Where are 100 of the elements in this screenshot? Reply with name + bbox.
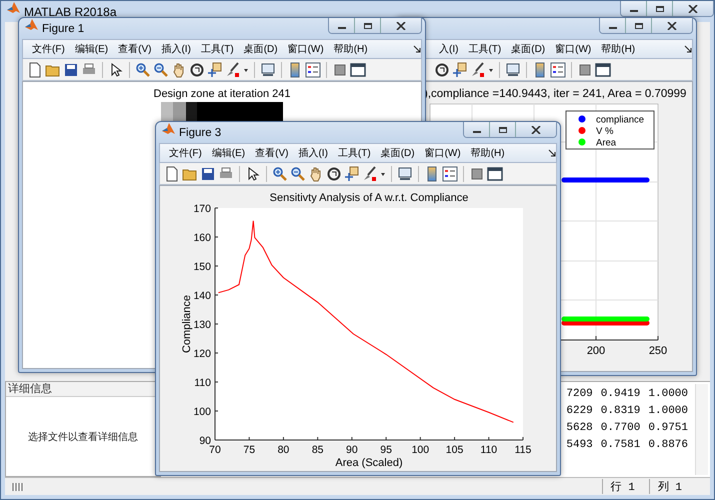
- menu-item[interactable]: 编辑(E): [70, 42, 114, 56]
- menu-item[interactable]: 工具(T): [196, 42, 239, 56]
- axis-label: Compliance: [181, 294, 193, 354]
- data-cursor-icon[interactable]: [344, 166, 360, 182]
- square-icon[interactable]: [469, 166, 485, 182]
- window-icon[interactable]: [595, 62, 611, 78]
- layout-icon[interactable]: [11, 482, 25, 492]
- menu-item[interactable]: 帮助(H): [328, 42, 373, 56]
- menu-item[interactable]: 桌面(D): [238, 42, 283, 56]
- zoom-in-icon[interactable]: [135, 62, 151, 78]
- new-file-icon[interactable]: [164, 166, 180, 182]
- window-icon[interactable]: [350, 62, 366, 78]
- menu-item[interactable]: 工具(T): [463, 42, 506, 56]
- output-value: 0.8876: [648, 439, 688, 451]
- tick-label: 90: [346, 444, 358, 456]
- menu-item[interactable]: 窗口(W): [282, 42, 329, 56]
- maximize-button[interactable]: [626, 18, 652, 33]
- brush-icon[interactable]: [362, 166, 378, 182]
- menu-item[interactable]: 帮助(H): [596, 42, 640, 56]
- menu-item[interactable]: 文件(F): [164, 146, 207, 160]
- save-icon[interactable]: [200, 166, 216, 182]
- maximize-button[interactable]: [355, 18, 381, 33]
- rotate-icon[interactable]: [326, 166, 342, 182]
- data-cursor-icon[interactable]: [207, 62, 223, 78]
- menu-item[interactable]: 查看(V): [113, 42, 156, 56]
- square-icon[interactable]: [332, 62, 348, 78]
- menu-item[interactable]: 文件(F): [27, 42, 70, 56]
- tick-label: 105: [446, 444, 464, 456]
- column-indicator: 列 1: [648, 479, 690, 494]
- menu-item[interactable]: 工具(T): [332, 146, 376, 160]
- legend-icon[interactable]: [442, 166, 458, 182]
- rotate-icon[interactable]: [189, 62, 205, 78]
- dock-arrow-icon[interactable]: [548, 149, 556, 157]
- menu-item[interactable]: 桌面(D): [506, 42, 550, 56]
- minimize-button[interactable]: [464, 122, 490, 137]
- close-icon: [667, 22, 677, 30]
- menu-item[interactable]: 查看(V): [250, 146, 294, 160]
- tick-label: 250: [648, 345, 668, 357]
- menu-item[interactable]: 入(I): [434, 42, 464, 56]
- legend-label: Area: [596, 138, 616, 148]
- close-button[interactable]: [516, 122, 556, 137]
- close-button[interactable]: [673, 1, 713, 16]
- axis-label: Area (Scaled): [335, 457, 403, 469]
- plot-title: Design zone at iteration 241: [154, 88, 290, 100]
- dock-arrow-icon[interactable]: [413, 45, 421, 53]
- square-icon[interactable]: [577, 62, 593, 78]
- legend-label: compliance: [596, 114, 644, 126]
- menu-item[interactable]: 窗口(W): [420, 146, 466, 160]
- scrollbar[interactable]: [695, 384, 708, 475]
- output-value: 1.0000: [648, 405, 688, 417]
- menu-item[interactable]: 帮助(H): [466, 146, 510, 160]
- maximize-icon: [634, 22, 644, 30]
- output-value: 0.7581: [600, 439, 640, 451]
- tick-label: 80: [278, 444, 290, 456]
- output-value: 6229: [566, 405, 593, 417]
- zoom-out-icon[interactable]: [153, 62, 169, 78]
- data-cursor-icon[interactable]: [452, 62, 468, 78]
- close-icon: [396, 22, 406, 30]
- maximize-button[interactable]: [490, 122, 516, 137]
- menu-item[interactable]: 插入(I): [293, 146, 333, 160]
- tick-label: 75: [243, 444, 256, 456]
- menu-item[interactable]: 编辑(E): [206, 146, 250, 160]
- maximize-button[interactable]: [647, 1, 673, 16]
- close-icon: [688, 4, 698, 12]
- minimize-button[interactable]: [600, 18, 626, 33]
- close-button[interactable]: [381, 18, 421, 33]
- close-button[interactable]: [652, 18, 692, 33]
- tick-label: 115: [514, 444, 532, 456]
- tick-label: 130: [193, 319, 211, 331]
- minimize-button[interactable]: [329, 18, 355, 33]
- save-icon[interactable]: [63, 62, 79, 78]
- window-icon[interactable]: [487, 166, 503, 182]
- brush-icon[interactable]: [225, 62, 241, 78]
- output-value: 7209: [566, 388, 593, 400]
- legend-icon[interactable]: [550, 62, 566, 78]
- new-file-icon[interactable]: [27, 62, 43, 78]
- window-title: MATLAB R2018a: [24, 5, 116, 19]
- menu-item[interactable]: 桌面(D): [376, 146, 420, 160]
- tick-label: 150: [193, 261, 211, 273]
- rotate-icon[interactable]: [434, 62, 450, 78]
- tick-label: 90: [199, 435, 211, 447]
- tick-label: 70: [209, 444, 221, 456]
- minimize-button[interactable]: [621, 1, 647, 16]
- dock-arrow-icon[interactable]: [684, 45, 692, 53]
- zoom-in-icon[interactable]: [272, 166, 288, 182]
- brush-icon[interactable]: [470, 62, 486, 78]
- menu-item[interactable]: 插入(I): [156, 42, 196, 56]
- tick-label: 170: [193, 203, 211, 215]
- output-value: 5493: [566, 439, 593, 451]
- menu-item[interactable]: 窗口(W): [550, 42, 596, 56]
- details-message: 选择文件以查看详细信息: [28, 430, 138, 444]
- maximize-icon: [498, 126, 508, 134]
- legend-icon[interactable]: [305, 62, 321, 78]
- zoom-out-icon[interactable]: [290, 166, 306, 182]
- tick-label: 160: [193, 232, 211, 244]
- tick-label: 100: [412, 444, 430, 456]
- tick-label: 85: [312, 444, 324, 456]
- output-value: 0.8319: [600, 405, 640, 417]
- output-value: 1.0000: [648, 388, 688, 400]
- window-title: Figure 1: [42, 23, 84, 35]
